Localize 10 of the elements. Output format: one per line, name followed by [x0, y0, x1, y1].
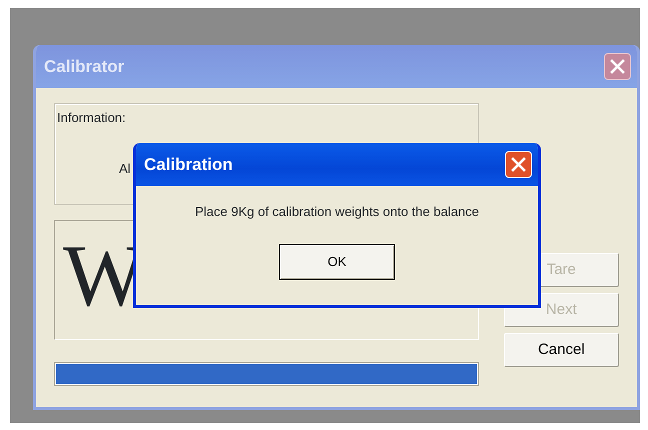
- action-button[interactable]: Cancel: [504, 333, 619, 367]
- close-icon: [609, 58, 626, 75]
- window-title: Calibrator: [44, 56, 124, 78]
- information-text: Al: [119, 160, 131, 178]
- window-title: Calibration: [144, 154, 233, 176]
- close-icon: [510, 156, 527, 173]
- group-label: Information:: [57, 109, 126, 127]
- close-button[interactable]: [604, 53, 631, 80]
- dialog-message: Place 9Kg of calibration weights onto the balance: [194, 203, 480, 221]
- ok-button[interactable]: OK: [279, 244, 395, 280]
